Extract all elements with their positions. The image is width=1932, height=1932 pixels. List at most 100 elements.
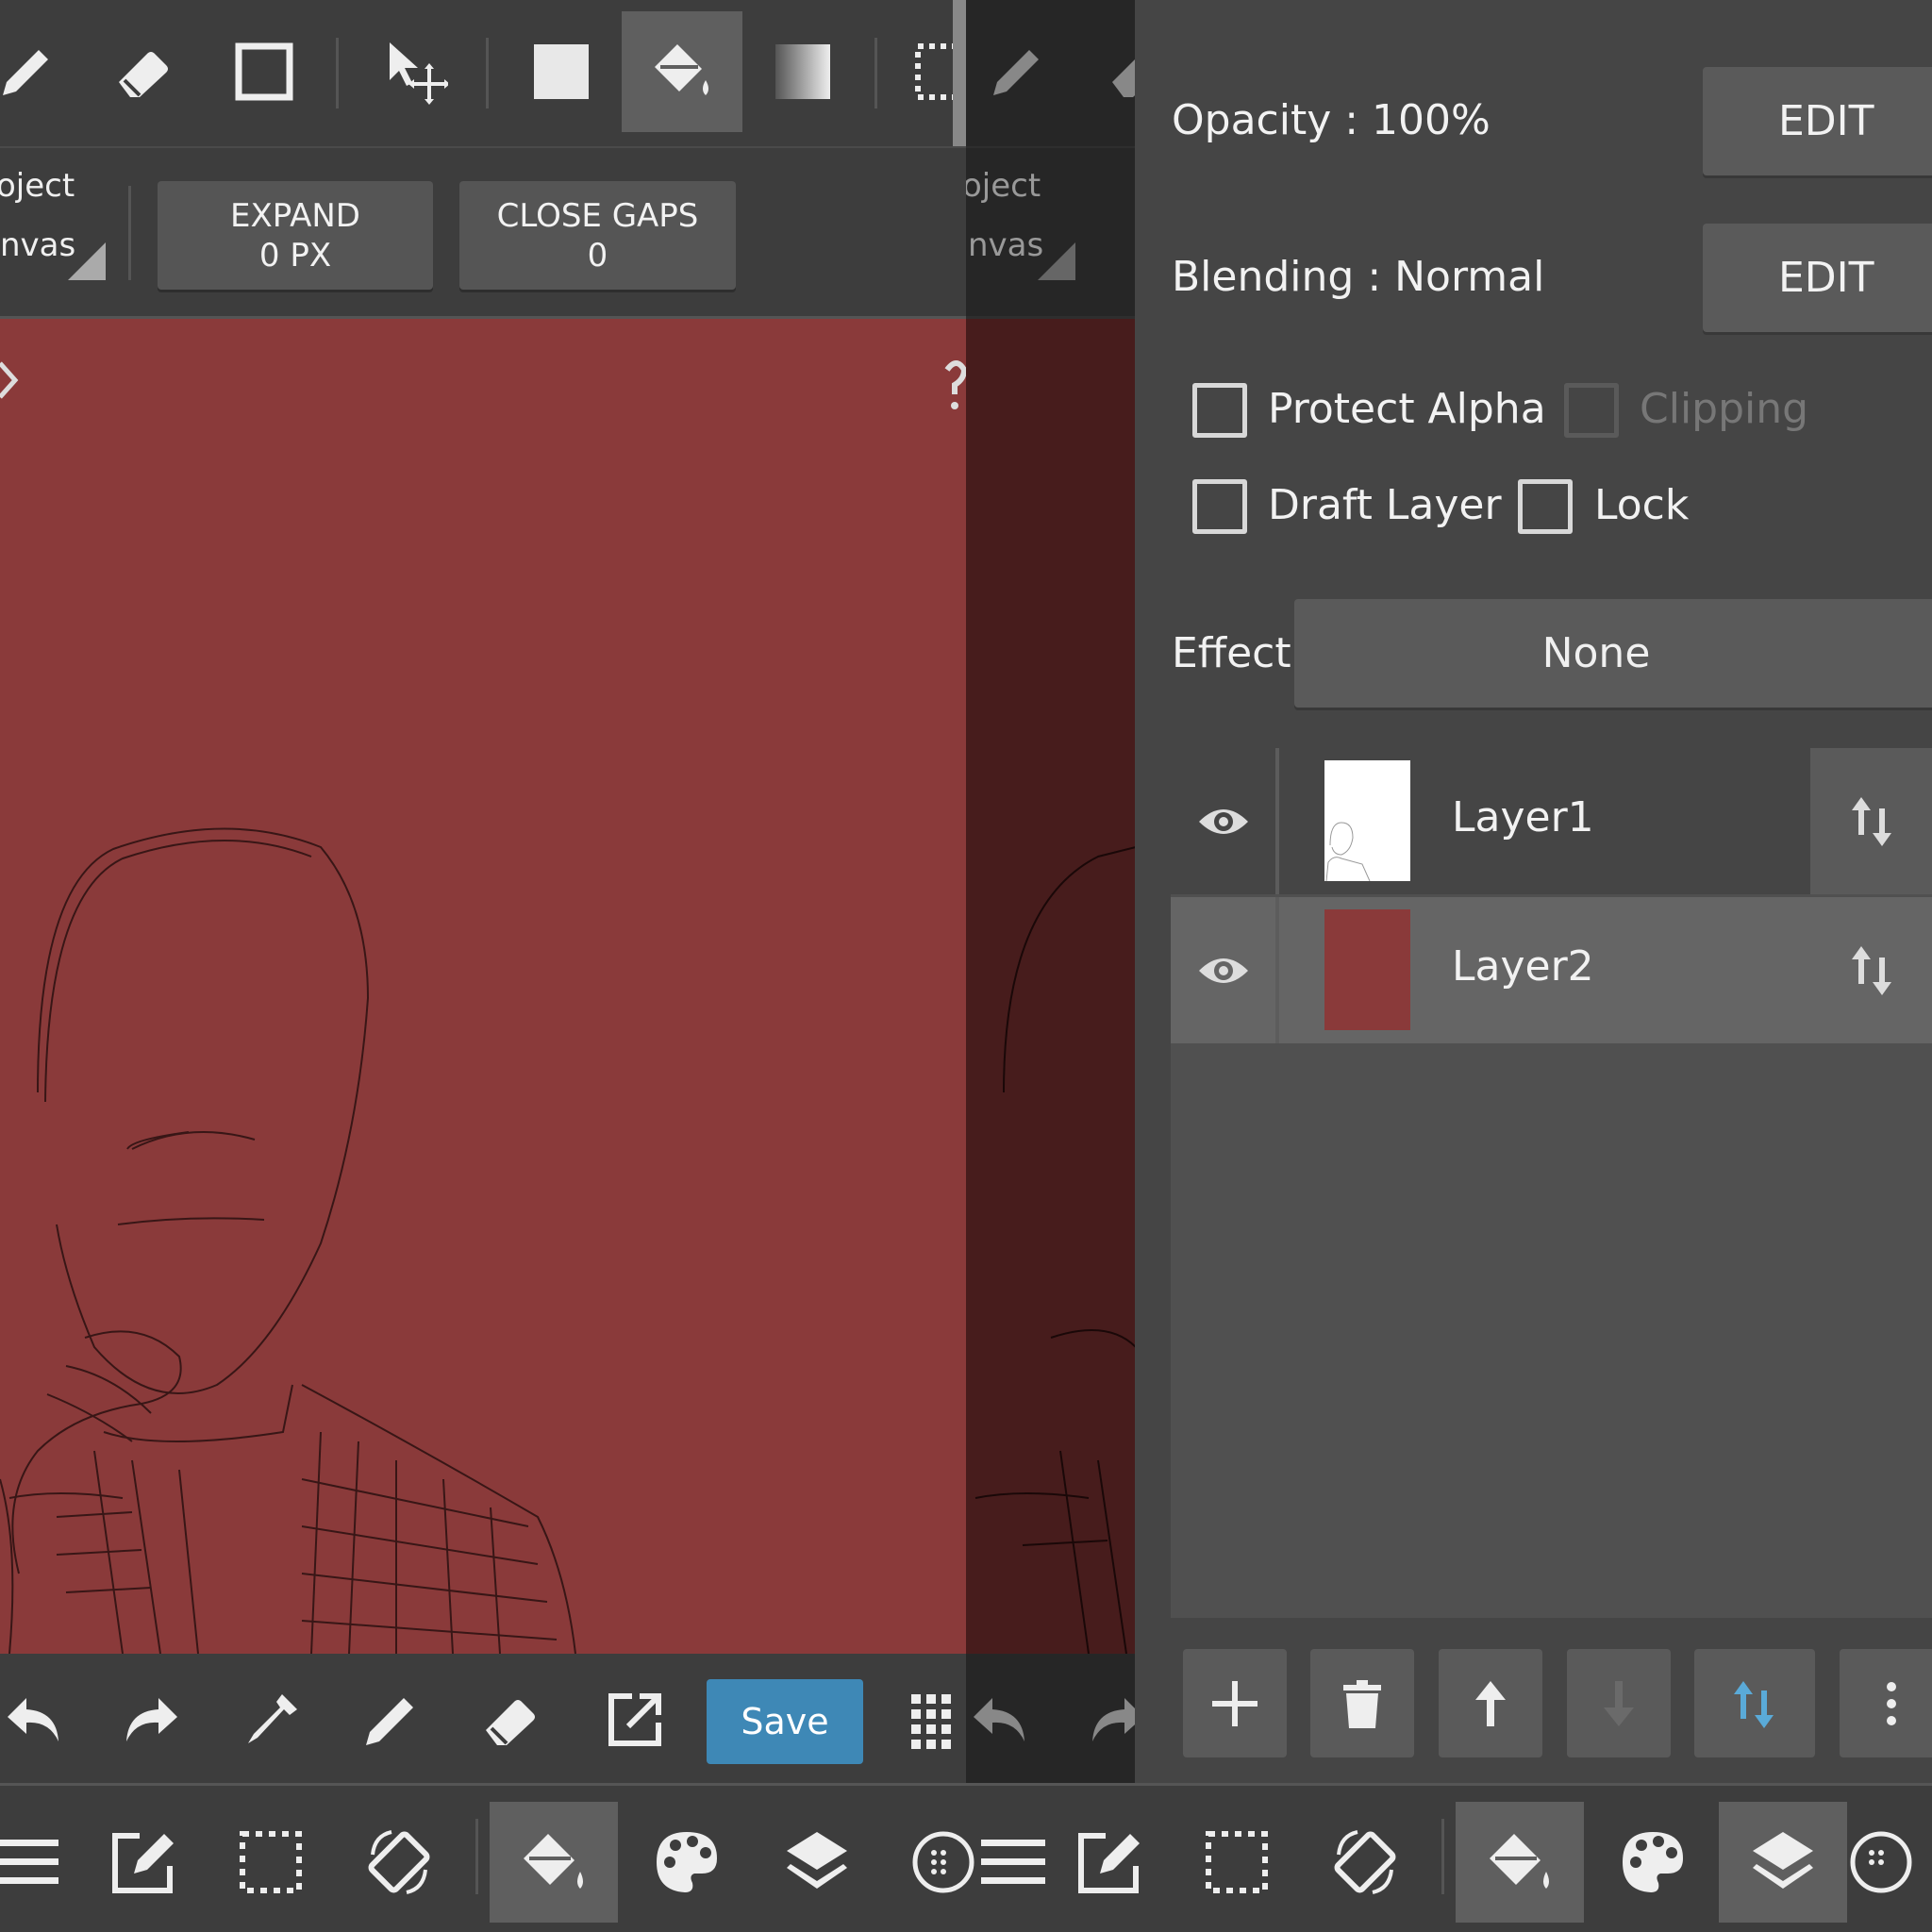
layer-reorder-handle[interactable] xyxy=(1810,897,1932,1043)
eyedropper-icon xyxy=(248,1694,297,1743)
plus-icon xyxy=(1212,1680,1257,1726)
drawing-canvas[interactable] xyxy=(0,319,966,1654)
effect-label: Effect xyxy=(1172,629,1291,677)
eraser-tool[interactable] xyxy=(84,11,205,132)
collapse-arrow-icon[interactable] xyxy=(0,361,19,399)
select-rect-tool[interactable] xyxy=(204,11,325,132)
pencil-tool[interactable] xyxy=(0,11,87,132)
move-layer-down-button[interactable] xyxy=(1567,1649,1671,1757)
export-button[interactable] xyxy=(592,1677,677,1762)
bucket-icon xyxy=(524,1834,583,1889)
move-layer-up-button[interactable] xyxy=(1439,1649,1542,1757)
opacity-edit-button[interactable]: EDIT xyxy=(1703,67,1932,175)
eye-icon xyxy=(1198,958,1248,983)
pencil-icon xyxy=(3,50,48,95)
layers-icon xyxy=(787,1832,847,1889)
redo-button[interactable] xyxy=(109,1677,194,1762)
layers-icon xyxy=(1753,1832,1813,1889)
nav-bucket[interactable] xyxy=(490,1802,618,1923)
dropdown-corner-icon xyxy=(68,242,106,280)
more-options-button[interactable] xyxy=(1840,1649,1932,1757)
clipping-checkbox[interactable] xyxy=(1564,383,1619,438)
nav-layers-right[interactable] xyxy=(1719,1802,1847,1923)
visibility-toggle[interactable] xyxy=(1171,748,1279,894)
undo-icon xyxy=(974,1698,1024,1741)
eyedropper-button[interactable] xyxy=(229,1677,314,1762)
nav-menu[interactable] xyxy=(0,1802,91,1923)
close-gaps-title: CLOSE GAPS xyxy=(496,196,699,235)
lock-label: Lock xyxy=(1594,481,1690,529)
lock-checkbox[interactable] xyxy=(1518,479,1573,534)
undo-button[interactable] xyxy=(0,1677,75,1762)
add-layer-button[interactable] xyxy=(1183,1649,1287,1757)
layer-name: Layer2 xyxy=(1452,942,1594,991)
layer-row[interactable]: Layer1 xyxy=(1171,748,1932,894)
opacity-label: Opacity : 100% xyxy=(1172,96,1491,144)
nav-brush-settings-right[interactable] xyxy=(1845,1802,1932,1923)
expand-title: EXPAND xyxy=(230,196,360,235)
left-editor-pane: oject nvas EXPAND 0 PX CLOSE GAPS 0 Save xyxy=(0,0,966,1932)
visibility-toggle[interactable] xyxy=(1171,897,1279,1043)
reorder-layers-button[interactable] xyxy=(1694,1649,1815,1757)
dimmed-bottom-toolbar xyxy=(966,1654,1143,1783)
help-icon[interactable] xyxy=(943,357,966,413)
gradient-tool[interactable] xyxy=(742,11,863,132)
layer-row-selected[interactable]: Layer2 xyxy=(1171,897,1932,1043)
move-tool[interactable] xyxy=(355,11,475,132)
close-gaps-value: 0 xyxy=(587,236,608,275)
nav-layers[interactable] xyxy=(753,1802,881,1923)
scroll-indicator[interactable] xyxy=(953,0,966,146)
kebab-menu-icon xyxy=(1887,1681,1896,1725)
blending-edit-button[interactable]: EDIT xyxy=(1703,224,1932,332)
palette-icon xyxy=(1623,1832,1683,1892)
nav-bucket-right[interactable] xyxy=(1456,1802,1584,1923)
layer-thumbnail xyxy=(1324,909,1410,1030)
toolbar-divider xyxy=(874,38,877,108)
layer1-thumb-sketch xyxy=(1325,822,1371,882)
nav-selection-right[interactable] xyxy=(1173,1802,1301,1923)
top-toolbar xyxy=(0,0,966,146)
nav-transform-right[interactable] xyxy=(1301,1802,1429,1923)
reference-canvas-label[interactable]: nvas xyxy=(0,226,75,264)
layer-name: Layer1 xyxy=(1452,793,1594,841)
layer-reorder-handle[interactable] xyxy=(1810,748,1932,894)
grid-menu-button[interactable] xyxy=(894,1677,966,1762)
hamburger-icon xyxy=(0,1840,58,1884)
brush-button[interactable] xyxy=(349,1677,434,1762)
dropdown-corner-icon xyxy=(1038,242,1075,280)
rotate-icon xyxy=(368,1830,430,1894)
nav-edit-right[interactable] xyxy=(1045,1802,1174,1923)
swap-arrows-icon xyxy=(1851,796,1891,846)
blending-label: Blending : Normal xyxy=(1172,253,1545,301)
expand-button[interactable]: EXPAND 0 PX xyxy=(158,181,433,290)
nav-edit[interactable] xyxy=(79,1802,208,1923)
draft-layer-label: Draft Layer xyxy=(1268,481,1502,529)
toolbar-divider xyxy=(336,38,339,108)
dimmed-canvas-label: nvas xyxy=(968,226,1044,264)
dimmed-object-label: oject xyxy=(966,167,1041,205)
eraser-icon xyxy=(119,52,168,97)
draft-layer-checkbox[interactable] xyxy=(1192,479,1247,534)
protect-alpha-label: Protect Alpha xyxy=(1268,385,1546,433)
bucket-tool[interactable] xyxy=(622,11,742,132)
edit-icon xyxy=(112,1833,174,1893)
close-gaps-button[interactable]: CLOSE GAPS 0 xyxy=(459,181,736,290)
nav-colors-right[interactable] xyxy=(1589,1802,1717,1923)
nav-colors[interactable] xyxy=(623,1802,751,1923)
rotate-icon xyxy=(1334,1830,1396,1894)
nav-selection[interactable] xyxy=(207,1802,335,1923)
bucket-options-bar: oject nvas EXPAND 0 PX CLOSE GAPS 0 xyxy=(0,146,966,319)
sketch-drawing xyxy=(0,827,576,1654)
reference-object-label: oject xyxy=(0,167,75,205)
save-button[interactable]: Save xyxy=(707,1679,863,1764)
rect-select-icon xyxy=(235,42,293,101)
effect-select[interactable]: None xyxy=(1294,599,1932,708)
arrow-down-icon xyxy=(1604,1680,1634,1726)
eraser-button[interactable] xyxy=(469,1677,554,1762)
protect-alpha-checkbox[interactable] xyxy=(1192,383,1247,438)
bucket-icon xyxy=(1490,1834,1549,1889)
fill-color-tool[interactable] xyxy=(501,11,622,132)
delete-layer-button[interactable] xyxy=(1310,1649,1414,1757)
options-divider xyxy=(128,186,131,280)
nav-transform[interactable] xyxy=(335,1802,463,1923)
